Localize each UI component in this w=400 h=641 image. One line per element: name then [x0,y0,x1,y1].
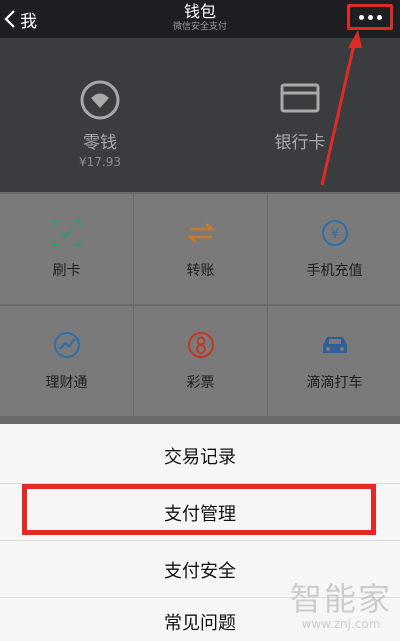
grid-item-label: 滴滴打车 [306,375,363,391]
service-grid: 刷卡 转账 ¥ 手机充值 理财通 彩票 滴滴打车 [0,192,400,424]
grid-item-lottery[interactable]: 彩票 [134,306,267,416]
grid-item-label: 彩票 [186,375,215,391]
bank-card-item[interactable]: 银行卡 [250,82,350,153]
grid-item-transfer[interactable]: 转账 [134,194,267,304]
yen-circle-icon: ¥ [321,220,348,246]
back-label: 我 [20,11,37,32]
more-menu-button[interactable] [347,4,393,30]
transfer-icon [186,223,215,243]
wallet-summary: 零钱 ¥17.93 银行卡 [0,38,400,192]
grid-item-label: 手机充值 [306,263,363,279]
lottery-icon [187,331,214,359]
wealth-icon [53,332,80,358]
bank-card-label: 银行卡 [274,133,326,153]
title-block: 钱包 微信安全支付 [120,2,280,33]
change-balance-item[interactable]: 零钱 ¥17.93 [50,78,150,169]
car-icon [322,337,347,353]
grid-item-wealth[interactable]: 理财通 [0,306,133,416]
change-label: 零钱 [83,133,117,153]
bank-card-icon [280,83,320,113]
more-dot-icon [367,14,373,20]
scan-card-icon [52,220,81,246]
menu-item-payment-management[interactable]: 支付管理 [0,485,400,541]
grid-item-label: 转账 [186,263,215,279]
grid-item-mobile-topup[interactable]: ¥ 手机充值 [268,194,400,304]
more-dot-icon [358,14,364,20]
grid-item-card-swipe[interactable]: 刷卡 [0,194,133,304]
change-amount: ¥17.93 [79,155,121,169]
watermark-logo-text: 智能家 [289,580,392,618]
page-subtitle: 微信安全支付 [172,22,227,32]
watermark-url: www.znj.com [301,617,381,631]
back-button[interactable]: 我 [4,6,37,32]
chevron-left-icon [4,10,15,28]
grid-item-label: 刷卡 [52,263,81,279]
more-dot-icon [376,14,382,20]
menu-item-transaction-records[interactable]: 交易记录 [0,428,400,484]
svg-text:¥: ¥ [330,227,338,242]
grid-item-label: 理财通 [45,375,88,391]
top-bar: 我 钱包 微信安全支付 [0,0,400,38]
page-title: 钱包 [183,2,216,21]
wallet-change-icon [80,80,120,120]
watermark: 智能家 www.znj.com [286,581,396,631]
grid-item-didi[interactable]: 滴滴打车 [268,306,400,416]
